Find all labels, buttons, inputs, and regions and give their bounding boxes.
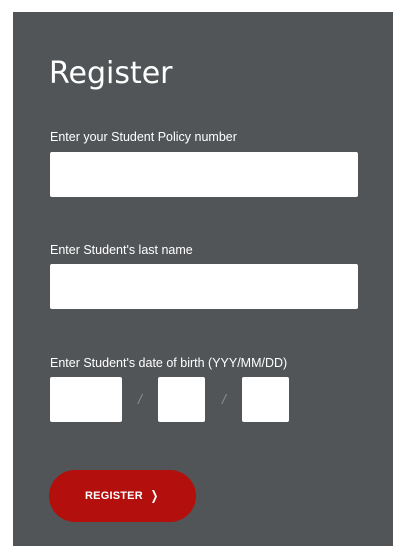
dob-separator: / — [222, 391, 226, 407]
last-name-input[interactable] — [50, 264, 358, 309]
last-name-label: Enter Student's last name — [50, 243, 193, 257]
register-button-label: REGISTER — [85, 490, 143, 502]
policy-number-input[interactable] — [50, 152, 358, 197]
dob-separator: / — [138, 391, 142, 407]
policy-number-label: Enter your Student Policy number — [50, 130, 237, 144]
register-button[interactable]: REGISTER ❯ — [49, 470, 196, 522]
dob-label: Enter Student's date of birth (YYY/MM/DD… — [50, 356, 288, 370]
chevron-right-icon: ❯ — [150, 488, 159, 504]
form-title: Register — [49, 56, 173, 91]
dob-day-input[interactable] — [242, 377, 289, 422]
dob-year-input[interactable] — [50, 377, 122, 422]
dob-month-input[interactable] — [158, 377, 205, 422]
